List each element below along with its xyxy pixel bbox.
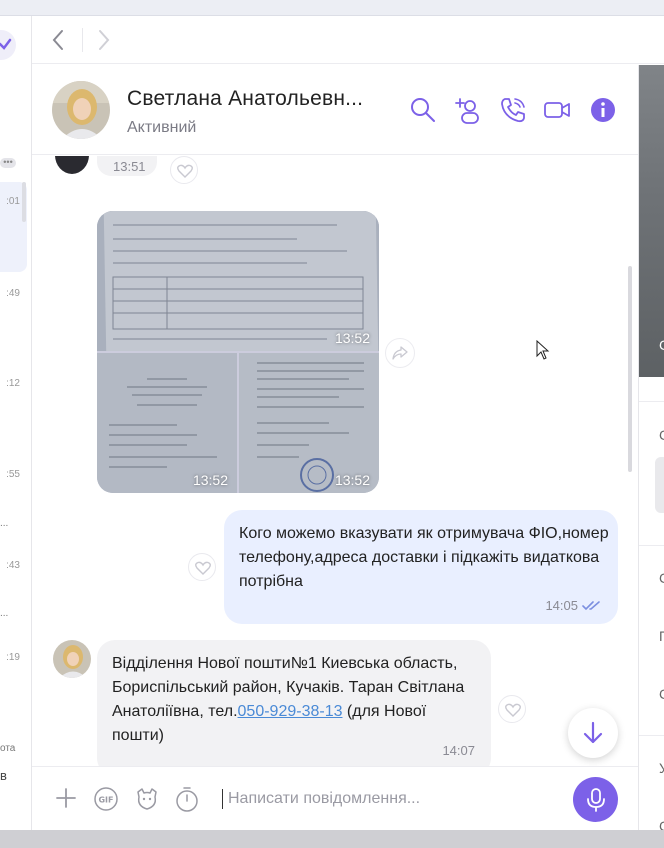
text-caret — [222, 789, 223, 809]
forward-arrow-icon[interactable] — [96, 28, 112, 52]
chat-list-time: :49 — [6, 288, 20, 299]
info-panel: С С С П С У С — [638, 65, 664, 830]
search-icon[interactable] — [408, 95, 438, 125]
scroll-to-bottom-button[interactable] — [568, 708, 618, 758]
info-panel-item[interactable]: У — [659, 760, 664, 776]
contact-photo — [52, 81, 110, 139]
divider — [639, 735, 664, 736]
chat-list-snippet: ... — [0, 518, 9, 529]
chat-list-column: ••• :01 :49 :12 :55 ... :43 ... :19 ота … — [0, 16, 32, 830]
heart-icon — [177, 164, 193, 178]
info-panel-item[interactable]: С — [659, 686, 664, 702]
document-photo[interactable]: 13:52 — [97, 353, 237, 493]
document-photo[interactable]: 13:52 — [239, 353, 379, 493]
chat-list-snippet: в — [0, 768, 7, 783]
microphone-icon — [587, 788, 605, 812]
plus-icon[interactable] — [54, 786, 78, 810]
messages-scrollbar[interactable] — [628, 266, 632, 472]
contact-name[interactable]: Светлана Анатольевн... — [127, 87, 363, 111]
chat-list-scrollbar[interactable] — [22, 182, 26, 222]
like-button[interactable] — [498, 695, 526, 723]
info-panel-item[interactable]: С — [659, 427, 664, 443]
sender-avatar — [55, 156, 89, 174]
nav-bar — [32, 16, 664, 64]
heart-icon — [505, 703, 521, 717]
message-time: 14:05 — [545, 598, 578, 613]
photo-time: 13:52 — [334, 472, 370, 488]
message-input[interactable]: Написати повідомлення... — [228, 790, 420, 808]
sender-avatar[interactable] — [53, 640, 91, 678]
info-panel-item[interactable]: С — [659, 818, 664, 830]
nav-separator — [82, 28, 83, 52]
sticker-icon[interactable] — [134, 786, 160, 812]
message-bubble-incoming[interactable]: Відділення Нової пошти№1 Киевська област… — [97, 640, 491, 766]
chat-list-time: :12 — [6, 378, 20, 389]
phone-call-icon[interactable] — [498, 95, 528, 125]
message-text: Кого можемо вказувати як отримувача ФІО,… — [239, 525, 609, 590]
contact-status: Активний — [127, 119, 197, 136]
message-bubble-incoming[interactable]: 13:51 — [97, 156, 157, 176]
photo-album: 13:52 13:52 13:52 — [97, 211, 379, 493]
chat-list-time: :01 — [6, 196, 20, 207]
mouse-cursor-icon — [536, 340, 550, 360]
info-panel-photo-label: С — [659, 337, 664, 353]
messages-area: 13:51 13:52 13:52 13:52 Кого можемо вказ… — [32, 156, 638, 766]
add-participant-icon[interactable] — [452, 95, 482, 125]
contact-avatar[interactable] — [52, 81, 110, 139]
message-composer: GIF Написати повідомлення... — [32, 766, 638, 830]
app-window: ••• :01 :49 :12 :55 ... :43 ... :19 ота … — [0, 16, 664, 830]
photo-time: 13:52 — [334, 330, 370, 346]
message-time: 14:07 — [442, 743, 475, 758]
gif-icon[interactable]: GIF — [93, 786, 119, 812]
document-photo[interactable]: 13:52 — [97, 211, 379, 351]
chat-list-time: :19 — [6, 652, 20, 663]
heart-icon — [195, 561, 211, 575]
message-text: Відділення Нової пошти№1 Киевська област… — [112, 652, 482, 748]
info-panel-photo: С — [639, 65, 664, 377]
like-button[interactable] — [170, 156, 198, 184]
chat-list-time: :43 — [6, 560, 20, 571]
read-receipt-icon — [582, 601, 600, 611]
chat-list-more-badge[interactable]: ••• — [0, 158, 16, 168]
video-call-icon[interactable] — [542, 95, 572, 125]
message-time: 13:51 — [113, 159, 146, 174]
chat-list-time: :55 — [6, 469, 20, 480]
info-icon[interactable] — [588, 95, 618, 125]
chat-header: Светлана Анатольевн... Активний — [32, 65, 638, 155]
forward-button[interactable] — [385, 338, 415, 368]
info-panel-media-thumb[interactable] — [655, 457, 664, 513]
info-panel-item[interactable]: С — [659, 570, 664, 586]
chat-list-snippet: ота — [0, 743, 16, 754]
divider — [639, 545, 664, 546]
app-logo[interactable] — [0, 30, 16, 60]
phone-link[interactable]: 050-929-38-13 — [238, 703, 343, 720]
like-button[interactable] — [188, 553, 216, 581]
message-bubble-outgoing[interactable]: Кого можемо вказувати як отримувача ФІО,… — [224, 510, 618, 624]
photo-time: 13:52 — [192, 472, 228, 488]
timer-icon[interactable] — [174, 786, 200, 812]
taskbar-strip — [0, 830, 664, 848]
back-arrow-icon[interactable] — [50, 28, 66, 52]
forward-share-icon — [392, 346, 408, 360]
arrow-down-icon — [583, 721, 603, 744]
sender-photo — [53, 640, 91, 678]
divider — [639, 401, 664, 402]
voice-message-button[interactable] — [573, 777, 618, 822]
chat-list-snippet: ... — [0, 608, 9, 619]
top-strip — [0, 0, 664, 16]
logo-check-icon — [0, 38, 12, 50]
svg-text:GIF: GIF — [98, 796, 113, 805]
info-panel-item[interactable]: П — [659, 628, 664, 644]
